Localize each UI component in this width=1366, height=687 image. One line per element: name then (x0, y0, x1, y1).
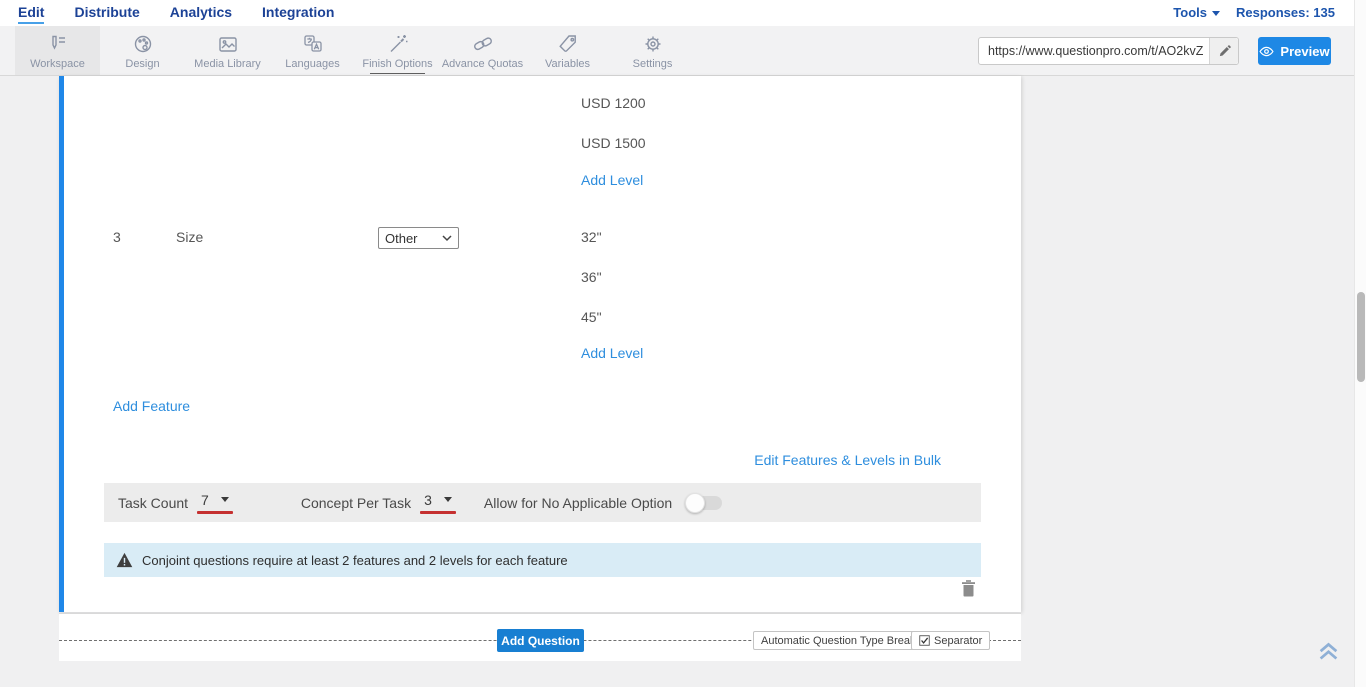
toolbar-item-label: Finish Options (362, 58, 432, 70)
survey-url-value: https://www.questionpro.com/t/AO2kvZ (979, 44, 1209, 58)
scrollbar-thumb[interactable] (1357, 292, 1365, 382)
add-feature-link[interactable]: Add Feature (113, 398, 190, 414)
toolbar-item-label: Languages (285, 58, 339, 70)
edit-url-button[interactable] (1209, 38, 1238, 64)
add-level-link-size[interactable]: Add Level (581, 345, 643, 361)
toolbar-item-workspace[interactable]: Workspace (15, 26, 100, 75)
no-applicable-option-label: Allow for No Applicable Option (484, 495, 672, 511)
screen: Edit Distribute Analytics Integration To… (0, 0, 1366, 687)
nav-tab-edit[interactable]: Edit (18, 4, 44, 24)
toolbar-item-languages[interactable]: Languages (270, 26, 355, 75)
survey-url-field[interactable]: https://www.questionpro.com/t/AO2kvZ (978, 37, 1239, 65)
preview-button[interactable]: Preview (1258, 37, 1331, 65)
finish-options-wand-icon (386, 32, 410, 56)
chevron-down-icon (1212, 11, 1220, 16)
toolbar-item-label: Design (125, 58, 159, 70)
pencil-icon (1218, 45, 1231, 58)
toggle-knob (685, 493, 705, 513)
nav-tab-distribute[interactable]: Distribute (74, 4, 139, 22)
toolbar-item-variables[interactable]: Variables (525, 26, 610, 75)
feature-type-selected-value: Other (385, 231, 418, 246)
nav-tab-integration[interactable]: Integration (262, 4, 334, 22)
editor-toolbar: Workspace Design Media Library Langu (0, 26, 1366, 76)
warning-icon (116, 552, 133, 568)
auto-break-label: Automatic Question Type Break (761, 635, 916, 647)
toolbar-item-media-library[interactable]: Media Library (185, 26, 270, 75)
workspace-icon (46, 32, 70, 56)
add-question-button[interactable]: Add Question (497, 629, 584, 652)
concept-per-task-error-underline (420, 511, 456, 514)
concept-per-task-value: 3 (424, 492, 432, 508)
conjoint-warning-banner: Conjoint questions require at least 2 fe… (104, 543, 981, 577)
level-item[interactable]: USD 1500 (581, 135, 646, 151)
separator-label: Separator (934, 635, 982, 647)
toolbar-item-label: Settings (633, 58, 673, 70)
tools-label: Tools (1173, 5, 1207, 20)
task-count-dropdown[interactable]: 7 (197, 492, 233, 514)
media-library-icon (216, 32, 240, 56)
separator-checkbox-control[interactable]: Separator (911, 631, 990, 650)
feature-number: 3 (113, 229, 121, 245)
scroll-to-top-button[interactable] (1315, 636, 1342, 668)
preview-label: Preview (1280, 44, 1329, 59)
level-item[interactable]: USD 1200 (581, 95, 646, 111)
task-count-value: 7 (201, 492, 209, 508)
no-applicable-option-toggle[interactable] (688, 496, 722, 510)
add-question-strip: Add Question Automatic Question Type Bre… (59, 613, 1021, 661)
advance-quotas-links-icon (471, 32, 495, 56)
settings-gear-icon (641, 32, 665, 56)
concept-per-task-dropdown[interactable]: 3 (420, 492, 456, 514)
feature-name[interactable]: Size (176, 229, 203, 245)
tools-dropdown[interactable]: Tools (1173, 5, 1220, 20)
chevron-down-icon (444, 497, 452, 502)
nav-tab-analytics[interactable]: Analytics (170, 4, 232, 22)
select-chevron-icon (442, 235, 452, 242)
toolbar-item-advance-quotas[interactable]: Advance Quotas (440, 26, 525, 75)
variables-tag-icon (556, 32, 580, 56)
toolbar-item-finish-options[interactable]: Finish Options (355, 26, 440, 75)
delete-question-button[interactable] (961, 579, 976, 602)
design-palette-icon (131, 32, 155, 56)
top-header: Edit Distribute Analytics Integration To… (0, 0, 1366, 26)
concept-per-task-label: Concept Per Task (301, 495, 411, 511)
finish-options-underline (370, 73, 425, 74)
task-count-label: Task Count (118, 495, 188, 511)
level-item[interactable]: 45" (581, 309, 602, 325)
checkbox-checked-icon (919, 635, 930, 646)
conjoint-question-card: USD 1200 USD 1500 Add Level 3 Size Other… (59, 76, 1021, 612)
top-navigation: Edit Distribute Analytics Integration (0, 0, 1366, 26)
level-item[interactable]: 36" (581, 269, 602, 285)
warning-text: Conjoint questions require at least 2 fe… (142, 553, 568, 568)
conjoint-options-bar: Task Count 7 Concept Per Task 3 Allow fo… (104, 483, 981, 522)
bulk-edit-link[interactable]: Edit Features & Levels in Bulk (754, 452, 941, 468)
double-chevron-up-icon (1315, 636, 1342, 663)
toolbar-item-label: Media Library (194, 58, 261, 70)
toolbar-item-label: Advance Quotas (442, 58, 523, 70)
eye-icon (1259, 46, 1274, 57)
level-item[interactable]: 32" (581, 229, 602, 245)
toolbar-item-label: Workspace (30, 58, 85, 70)
add-level-link-price[interactable]: Add Level (581, 172, 643, 188)
scrollbar-track[interactable] (1354, 0, 1366, 687)
auto-question-type-break-button[interactable]: Automatic Question Type Break (753, 631, 924, 650)
trash-icon (961, 579, 976, 597)
chevron-down-icon (221, 497, 229, 502)
feature-type-select[interactable]: Other (378, 227, 459, 249)
toolbar-item-label: Variables (545, 58, 590, 70)
languages-icon (301, 32, 325, 56)
toolbar-item-design[interactable]: Design (100, 26, 185, 75)
responses-count[interactable]: Responses: 135 (1236, 5, 1335, 20)
task-count-error-underline (197, 511, 233, 514)
toolbar-item-settings[interactable]: Settings (610, 26, 695, 75)
